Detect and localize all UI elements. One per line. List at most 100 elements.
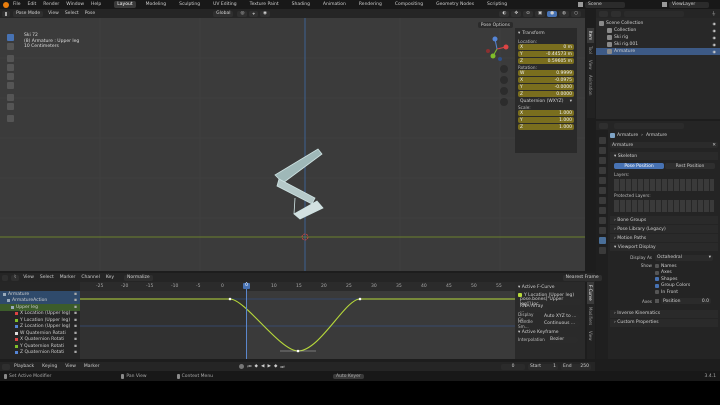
mode-selector[interactable]: Pose Mode <box>13 10 44 17</box>
scene-tab-icon[interactable] <box>598 177 606 184</box>
outliner-search-field[interactable] <box>624 10 684 17</box>
graph-menu-view[interactable]: View <box>23 275 34 280</box>
object-tab-icon[interactable] <box>598 197 606 204</box>
3d-viewport[interactable]: Ski 72 (8) Armature : Upper leg 10 Centi… <box>0 18 585 271</box>
viewport-menu-view[interactable]: View <box>48 11 59 16</box>
current-frame-field[interactable]: 0 <box>501 363 525 370</box>
record-icon[interactable] <box>239 364 245 369</box>
channel-visibility-icon[interactable]: ▪ <box>74 305 77 310</box>
channel-visibility-icon[interactable]: ▪ <box>74 350 77 355</box>
tab-rendering[interactable]: Rendering <box>356 1 385 8</box>
menu-render[interactable]: Render <box>43 2 59 7</box>
pan-icon[interactable] <box>500 76 508 84</box>
prev-key-icon[interactable]: ◆ <box>255 364 258 369</box>
gizmo-button[interactable]: ✥ <box>511 10 522 17</box>
eye-icon[interactable]: ◉ <box>713 28 717 33</box>
normalize-toggle[interactable]: Normalize <box>124 274 153 281</box>
playback-menu[interactable]: Playback <box>14 364 34 369</box>
axes-checkbox[interactable] <box>655 299 659 303</box>
location-x-field[interactable]: X 0 m <box>518 44 574 50</box>
display-color-select[interactable]: Auto XYZ to ... <box>542 313 580 320</box>
checkbox-icon[interactable] <box>655 277 659 282</box>
rotation-w-field[interactable]: W 0.9999 <box>518 70 574 76</box>
filter-icon[interactable]: ⏚ <box>712 11 717 17</box>
custom-properties-panel[interactable]: › Custom Properties <box>610 318 718 327</box>
channel-visibility-icon[interactable]: ▪ <box>74 324 77 329</box>
tab-geometry-nodes[interactable]: Geometry Nodes <box>433 1 477 8</box>
scale-y-field[interactable]: Y 1.000 <box>518 117 574 123</box>
active-keyframe-title[interactable]: Active Keyframe <box>522 330 559 335</box>
layers-grid[interactable] <box>614 179 714 191</box>
viewport-display-panel[interactable]: ▾ Viewport Display <box>610 243 718 251</box>
checkbox-icon[interactable] <box>655 270 659 275</box>
outliner-type-button[interactable] <box>599 10 608 17</box>
move-tool-icon[interactable] <box>6 55 14 62</box>
scene-selector[interactable]: Scene <box>585 1 625 8</box>
jump-end-icon[interactable]: ⏭ <box>280 364 284 370</box>
properties-type-button[interactable] <box>599 122 608 129</box>
proportional-button[interactable]: ◉ <box>259 10 270 17</box>
outliner-row-scene-collection[interactable]: Scene Collection ◉ <box>596 20 720 27</box>
tab-compositing[interactable]: Compositing <box>392 1 426 8</box>
inverse-kinematics-panel[interactable]: › Inverse Kinematics <box>610 309 718 318</box>
graph-menu-select[interactable]: Select <box>40 275 54 280</box>
timeline-type-button[interactable] <box>2 363 10 370</box>
graph-tab-modifiers[interactable]: Modifiers <box>587 304 594 328</box>
rotate-tool-icon[interactable] <box>6 64 14 71</box>
rotation-y-field[interactable]: Y -0.0000 <box>518 84 574 90</box>
view-layer-tab-icon[interactable] <box>598 167 606 174</box>
world-tab-icon[interactable] <box>598 187 606 194</box>
viewport-menu-select[interactable]: Select <box>65 11 79 16</box>
display-as-select[interactable]: Octahedral ▾ <box>655 254 713 261</box>
graph-editor-type-button[interactable] <box>2 274 8 281</box>
location-z-field[interactable]: Z 0.59605 m <box>518 58 574 64</box>
graph-menu-channel[interactable]: Channel <box>81 275 99 280</box>
graph-menu-key[interactable]: Key <box>106 275 114 280</box>
checkbox-icon[interactable] <box>655 264 659 269</box>
xray-button[interactable]: ▣ <box>534 10 546 17</box>
sidebar-tab-view[interactable]: View <box>587 57 594 73</box>
tool-tab-icon[interactable] <box>598 137 606 144</box>
shading-solid-button[interactable]: ● <box>547 10 558 17</box>
tab-shading[interactable]: Shading <box>289 1 313 8</box>
editor-type-button[interactable] <box>2 10 10 17</box>
zoom-icon[interactable] <box>500 65 508 73</box>
tab-animation[interactable]: Animation <box>320 1 349 8</box>
outliner-row-ski-rig-001[interactable]: Ski rig.001 ◉ <box>596 41 720 48</box>
data-tab-icon[interactable] <box>598 237 606 244</box>
channel-visibility-icon[interactable]: ▪ <box>74 311 77 316</box>
annotate-tool-icon[interactable] <box>6 94 14 101</box>
axes-position-field[interactable]: Position 0.0 <box>661 298 711 304</box>
pose-options-button[interactable]: Pose Options <box>477 22 513 28</box>
location-y-field[interactable]: Y -0.44573 m <box>518 51 574 57</box>
play-reverse-icon[interactable]: ◀ <box>261 364 264 369</box>
orientation-selector[interactable]: Global <box>213 10 234 17</box>
bone-tab-icon[interactable] <box>598 247 606 254</box>
channel-visibility-icon[interactable]: ▪ <box>74 344 77 349</box>
pivot-selector[interactable]: Nearest Frame <box>562 274 602 281</box>
playhead[interactable] <box>246 282 247 359</box>
eye-icon[interactable]: ◉ <box>713 42 717 47</box>
graph-mode-button[interactable]: ⌇ <box>11 274 20 281</box>
current-frame-indicator[interactable]: 0 <box>243 283 250 289</box>
timeline-view-menu[interactable]: View <box>65 364 76 369</box>
eye-icon[interactable]: ◉ <box>713 21 717 26</box>
outliner-row-armature[interactable]: Armature ◉ <box>596 48 720 55</box>
sidebar-tab-tool[interactable]: Tool <box>587 43 594 57</box>
frame-ruler[interactable]: -25-20-15-10-50510152025303540455055 <box>80 282 515 291</box>
pose-position-button[interactable]: Pose Position <box>614 163 664 169</box>
channel-visibility-icon[interactable]: ▪ <box>74 331 77 336</box>
graph-menu-marker[interactable]: Marker <box>60 275 76 280</box>
shading-rendered-button[interactable]: ○ <box>571 10 581 17</box>
physics-tab-icon[interactable] <box>598 217 606 224</box>
menu-help[interactable]: Help <box>91 2 101 7</box>
channel-visibility-icon[interactable]: ▪ <box>74 337 77 342</box>
modifiers-tab-icon[interactable] <box>598 207 606 214</box>
tab-modeling[interactable]: Modeling <box>143 1 169 8</box>
rest-position-button[interactable]: Rest Position <box>665 163 715 169</box>
scale-tool-icon[interactable] <box>6 73 14 80</box>
overlay-button[interactable]: ⊙ <box>523 10 533 17</box>
handle-smoothing-select[interactable]: Continuous ... <box>542 320 580 327</box>
next-key-icon[interactable]: ◆ <box>274 364 277 369</box>
rotation-mode-select[interactable]: Quaternion (WXYZ) ▾ <box>518 98 574 104</box>
